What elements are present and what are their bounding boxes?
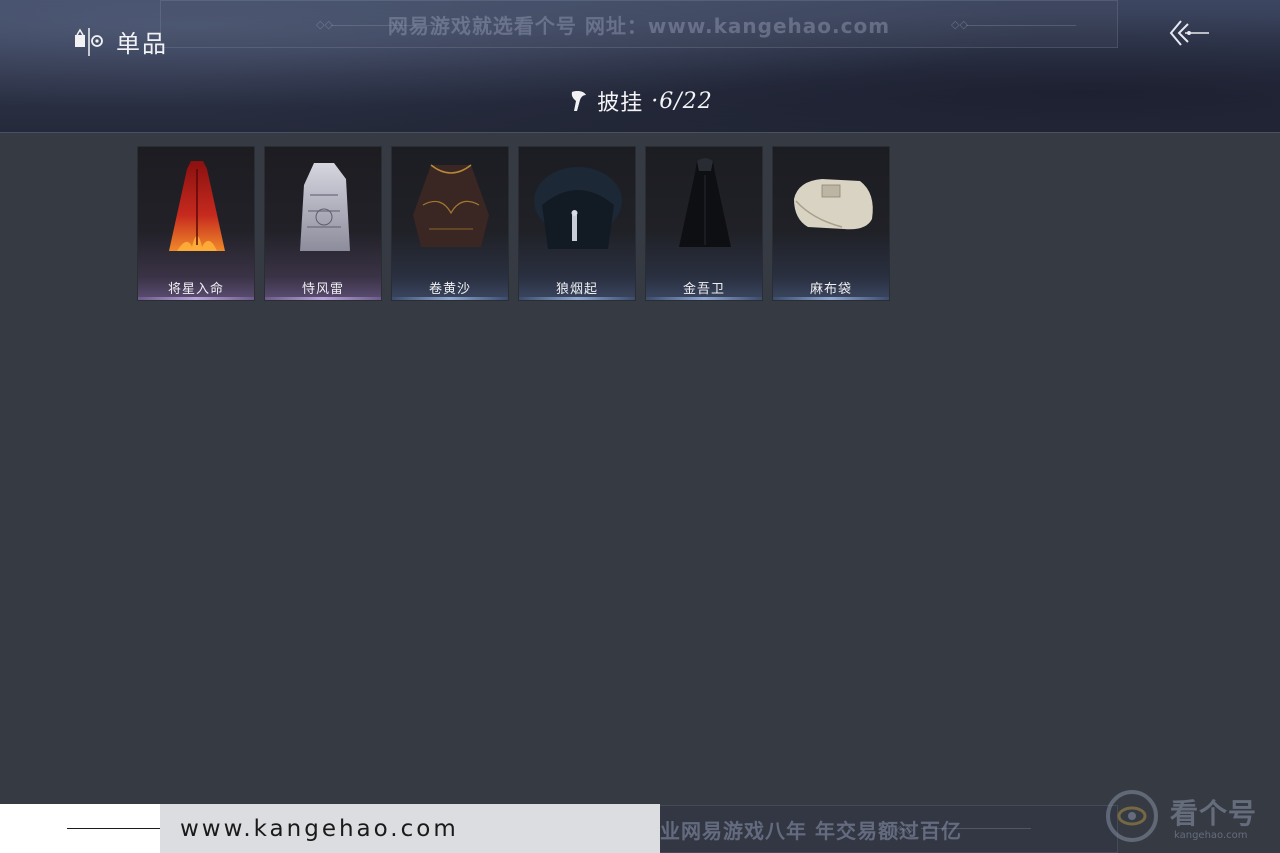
- item-name: 恃风雷: [301, 282, 344, 297]
- banner-divider: [921, 828, 1031, 829]
- item-card[interactable]: 狼烟起: [518, 146, 636, 301]
- banner-ornament: ◇◇: [896, 823, 913, 836]
- item-card[interactable]: 卷黄沙: [391, 146, 509, 301]
- brand-domain: kangehao.com: [1174, 830, 1248, 841]
- red-flame-cape-art: [169, 161, 225, 251]
- item-card[interactable]: 将星入命: [137, 146, 255, 301]
- category-bar: 披挂 ·6/22: [0, 84, 1280, 118]
- eye-logo-icon: [1106, 790, 1158, 842]
- black-hooded-cloak-art: [679, 158, 731, 247]
- back-button[interactable]: [1166, 18, 1212, 52]
- banner-ornament: ◇◇: [316, 18, 333, 31]
- white-embroidered-cape-art: [300, 163, 350, 251]
- item-card[interactable]: 麻布袋: [772, 146, 890, 301]
- site-url-box: www.kangehao.com: [160, 804, 660, 853]
- item-name: 麻布袋: [809, 282, 852, 297]
- burlap-sack-art: [794, 179, 873, 230]
- item-name: 将星入命: [167, 282, 224, 297]
- brand-logo: 看个号 kangehao.com: [1104, 786, 1274, 848]
- item-name: 金吾卫: [682, 282, 725, 297]
- header-bar: ◇◇ 网易游戏就选看个号 网址：www.kangehao.com ◇◇ 单品 披…: [0, 0, 1280, 133]
- page-title: 单品: [116, 30, 168, 58]
- site-url: www.kangehao.com: [180, 815, 459, 842]
- back-arrow-icon: [1167, 18, 1211, 52]
- title-area: 单品: [72, 24, 168, 59]
- dark-gold-embroidered-coat-art: [413, 164, 489, 247]
- items-icon: [72, 25, 106, 59]
- banner-divider: [331, 25, 441, 26]
- url-divider: [67, 828, 167, 829]
- brand-name: 看个号: [1170, 797, 1258, 830]
- item-card[interactable]: 金吾卫: [645, 146, 763, 301]
- category-count: ·6/22: [651, 88, 713, 114]
- category-label: 披挂: [597, 91, 644, 116]
- watermark-banner: ◇◇ 网易游戏就选看个号 网址：www.kangehao.com ◇◇: [160, 0, 1118, 48]
- cloak-icon: [567, 89, 589, 113]
- item-name: 狼烟起: [555, 282, 598, 297]
- watermark-text: 网易游戏就选看个号 网址：www.kangehao.com: [387, 13, 891, 38]
- item-card[interactable]: 恃风雷: [264, 146, 382, 301]
- item-grid: 将星入命 恃风雷 卷黄沙 狼烟起 金吾卫 麻布袋: [137, 146, 890, 301]
- item-name: 卷黄沙: [428, 282, 471, 297]
- black-fur-cloak-art: [534, 167, 622, 249]
- banner-divider: [966, 25, 1076, 26]
